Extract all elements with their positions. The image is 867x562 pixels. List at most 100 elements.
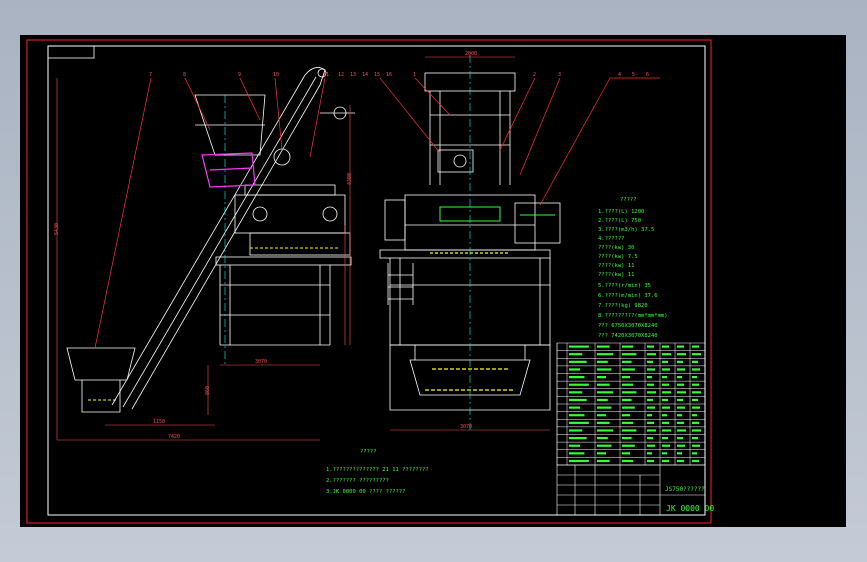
- parts-list-cell-mark: [569, 444, 580, 447]
- tech-param-12: 8.?????????(mm*mm*mm): [598, 313, 668, 319]
- parts-list-cell-mark: [647, 444, 655, 447]
- parts-list-cell-mark: [597, 414, 606, 417]
- balloon-numbers: 7 8 9 10 11 12 13 14 15 16 1 2 3 4 5 6: [149, 72, 649, 78]
- tech-req-title: ?????: [360, 449, 377, 455]
- parts-list-cell-mark: [647, 376, 652, 379]
- parts-list-cell-mark: [622, 383, 634, 386]
- tech-param-6: ????(kw) 7.5: [598, 254, 638, 260]
- dimension-texts: 5430 7420 3070 3070 2000 860 4300 1150: [54, 51, 477, 440]
- parts-list-cell-mark: [677, 376, 682, 379]
- parts-list-cell-mark: [662, 376, 667, 379]
- parts-list-cell-mark: [692, 429, 701, 432]
- front-hatch: [425, 252, 515, 391]
- parts-list-cell-mark: [662, 383, 669, 386]
- parts-list-cell-mark: [597, 360, 608, 363]
- parts-list-cell-mark: [677, 353, 686, 356]
- tech-param-8: ????(kw) 11: [598, 272, 634, 278]
- tech-params: ????? 1.????(L) 1200 2.????(L) 750 3.???…: [598, 197, 668, 339]
- parts-list-cell-mark: [692, 398, 698, 402]
- tech-param-14: ??? 7420X3070X8240: [598, 333, 658, 339]
- parts-list-cell-mark: [597, 353, 614, 356]
- parts-list-cell-mark: [692, 444, 700, 447]
- parts-list-cell-mark: [692, 368, 700, 371]
- balloon-11: 11: [323, 72, 329, 78]
- parts-list-cell-mark: [647, 345, 654, 348]
- balloon-7: 7: [149, 72, 152, 78]
- balloon-16: 16: [386, 72, 392, 78]
- tech-param-1: 1.????(L) 1200: [598, 209, 644, 215]
- leader-lines: [94, 77, 660, 349]
- balloon-12: 12: [338, 72, 344, 78]
- parts-list-cell-mark: [597, 406, 612, 409]
- balloon-3: 3: [558, 72, 561, 78]
- parts-list-cell-mark: [622, 444, 635, 447]
- parts-list-cell-mark: [662, 452, 667, 455]
- parts-list-cell-mark: [662, 444, 670, 447]
- parts-list-cell-mark: [647, 368, 655, 371]
- parts-list-cell-mark: [692, 459, 699, 463]
- balloon-15: 15: [374, 72, 380, 78]
- tech-param-4: 4.??????: [598, 236, 625, 242]
- magenta-skip: [201, 152, 256, 188]
- parts-list-cell-mark: [692, 360, 698, 363]
- parts-list-cell-mark: [677, 391, 686, 394]
- parts-list-cell-mark: [677, 360, 683, 363]
- parts-list-cell-mark: [662, 368, 670, 371]
- parts-list-cell-mark: [677, 414, 682, 417]
- dim-low-height: 860: [205, 386, 211, 395]
- parts-list-cell-mark: [569, 452, 585, 455]
- parts-list-cell-mark: [647, 406, 655, 409]
- parts-list-cell-mark: [692, 406, 700, 409]
- tech-param-2: 2.????(L) 750: [598, 218, 641, 224]
- parts-list-cell-mark: [647, 398, 653, 402]
- parts-list-cell-mark: [692, 452, 697, 455]
- balloon-8: 8: [183, 72, 186, 78]
- parts-list-cell-mark: [677, 459, 684, 463]
- tech-param-10: 6.????(m/min) 37.6: [598, 293, 658, 299]
- parts-list-cell-mark: [677, 406, 685, 409]
- parts-list-cell-mark: [597, 345, 610, 348]
- dim-front-width: 3070: [460, 424, 472, 430]
- parts-list-cell-mark: [677, 421, 684, 424]
- parts-list-cell-mark: [569, 398, 587, 402]
- tech-param-9: 5.????(r/min) 35: [598, 283, 651, 289]
- dim-hopper: 1150: [153, 419, 165, 425]
- parts-list-cell-mark: [622, 421, 634, 424]
- parts-list-cell-mark: [597, 437, 608, 440]
- dimension-lines: [56, 56, 550, 441]
- parts-list-cell-mark: [597, 368, 612, 371]
- dim-head-width: 2000: [465, 51, 477, 57]
- parts-list-cell-mark: [647, 421, 654, 424]
- front-green-details: [439, 206, 555, 222]
- parts-list-cell-mark: [647, 353, 656, 356]
- parts-list-cell-mark: [662, 421, 669, 424]
- parts-list-cell-mark: [569, 421, 589, 424]
- parts-list-cell-mark: [677, 345, 684, 348]
- balloon-1: 1: [413, 72, 416, 78]
- parts-list-cell-mark: [647, 360, 653, 363]
- parts-list-cell-mark: [622, 406, 635, 409]
- parts-list-cell-mark: [677, 383, 684, 386]
- parts-list-cell-mark: [622, 360, 632, 363]
- parts-list-cell-mark: [677, 452, 682, 455]
- parts-list-cell-mark: [597, 452, 606, 455]
- parts-list-cell-mark: [622, 353, 637, 356]
- parts-list-cell-mark: [622, 391, 637, 394]
- tech-req-line-1: 1.?????????????? 21 11 ????????: [326, 467, 429, 473]
- parts-list-cell-mark: [622, 414, 630, 417]
- tech-requirements: ????? 1.?????????????? 21 11 ???????? 2.…: [326, 449, 429, 495]
- parts-list-cell-mark: [677, 368, 685, 371]
- parts-list-cell-mark: [622, 368, 635, 371]
- parts-list-cell-mark: [569, 383, 589, 386]
- parts-list-cell-mark: [597, 376, 606, 379]
- dim-leg-span: 3070: [255, 359, 267, 365]
- parts-list-cell-mark: [647, 452, 652, 455]
- balloon-6: 6: [646, 72, 649, 78]
- parts-list-cell-mark: [597, 383, 610, 386]
- parts-list-cell-mark: [569, 353, 583, 356]
- parts-list-cell-mark: [647, 383, 654, 386]
- parts-list-cell-mark: [692, 376, 697, 379]
- pulley: [273, 148, 291, 166]
- skip-track-rail-a: [111, 74, 306, 406]
- balloon-9: 9: [238, 72, 241, 78]
